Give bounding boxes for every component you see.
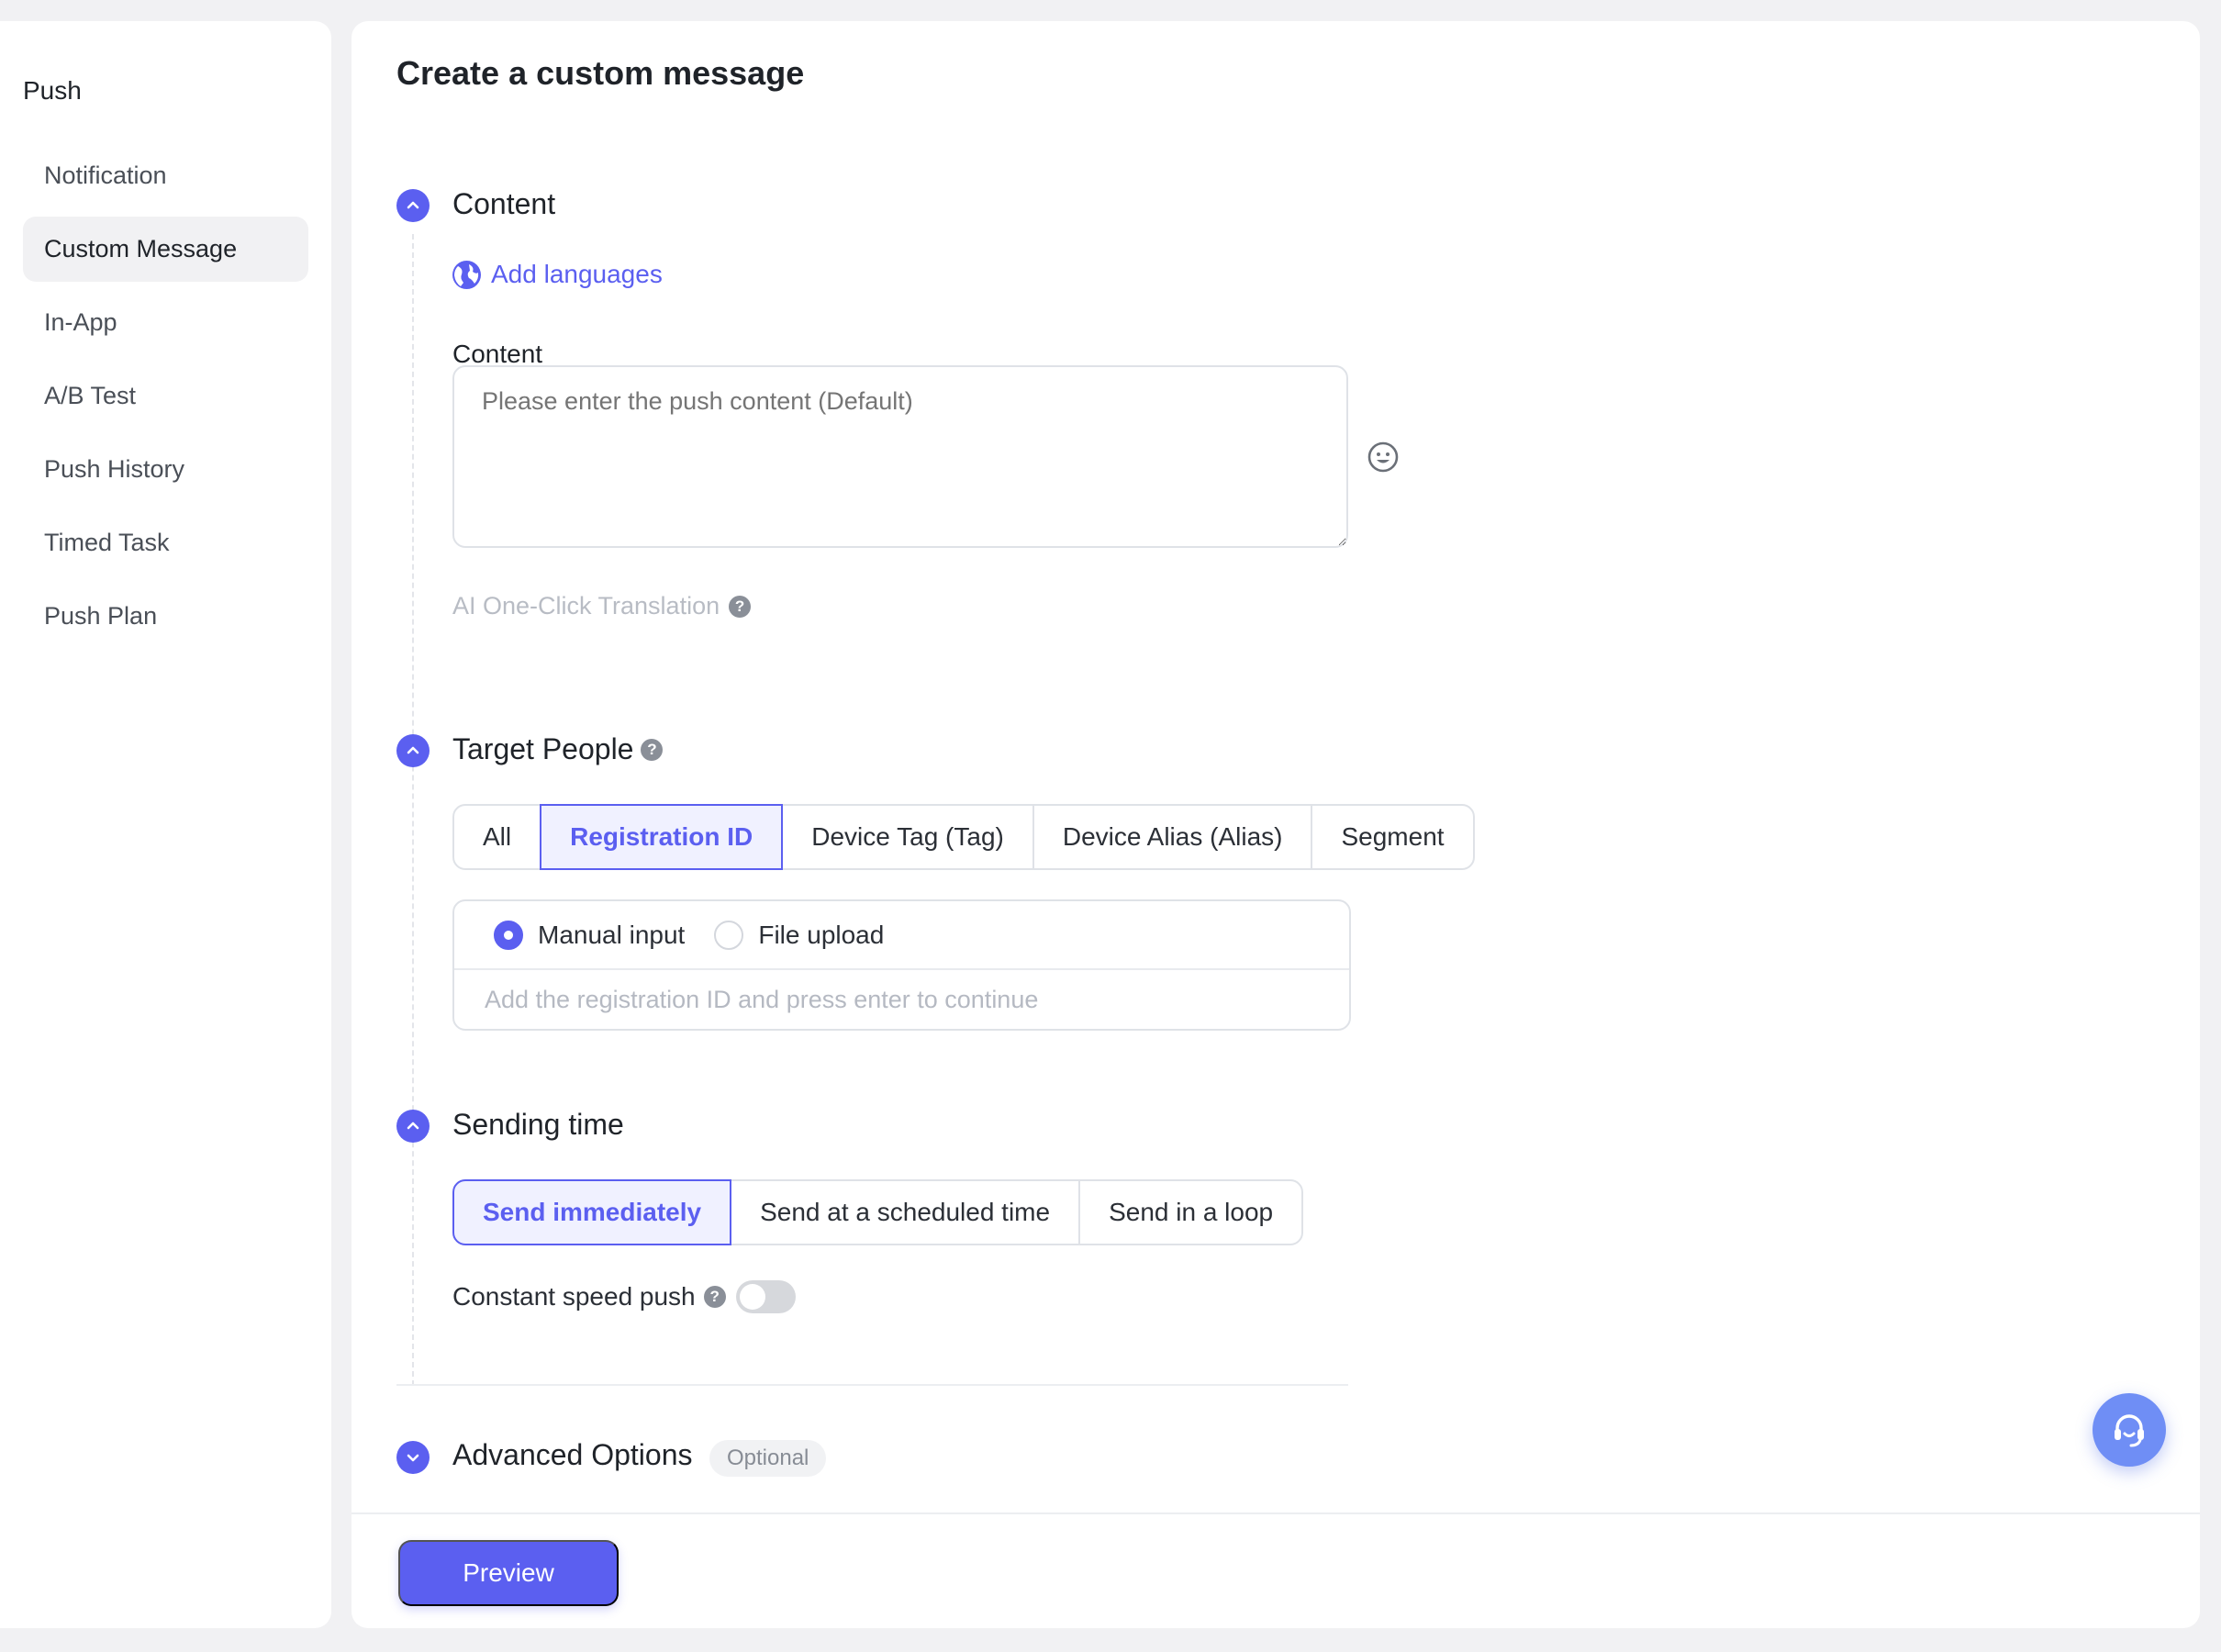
tab-all[interactable]: All	[452, 804, 542, 870]
push-content-textarea[interactable]	[452, 365, 1348, 548]
add-languages-link[interactable]: Add languages	[452, 260, 663, 289]
input-mode-radios: Manual input File upload	[454, 901, 1349, 970]
radio-indicator[interactable]	[714, 920, 744, 950]
sidebar-item-notification[interactable]: Notification	[23, 143, 308, 208]
constant-speed-row: Constant speed push ?	[452, 1280, 796, 1313]
sidebar-item-ab-test[interactable]: A/B Test	[23, 363, 308, 429]
radio-file-upload[interactable]: File upload	[714, 920, 885, 950]
content-collapse-button[interactable]	[396, 189, 430, 222]
sidebar-item-custom-message[interactable]: Custom Message	[23, 217, 308, 282]
sidebar-title: Push	[23, 76, 82, 105]
section-timeline	[412, 234, 414, 1386]
preview-button[interactable]: Preview	[398, 1540, 619, 1606]
content-section-title: Content	[452, 187, 556, 220]
chevron-up-icon	[407, 201, 419, 209]
sending-section-title: Sending time	[452, 1108, 624, 1141]
target-section-title: Target People	[452, 732, 634, 765]
sidebar-item-push-history[interactable]: Push History	[23, 437, 308, 502]
registration-id-box: Manual input File upload Add the registr…	[452, 899, 1351, 1031]
tab-send-loop[interactable]: Send in a loop	[1078, 1179, 1304, 1245]
sidebar: Push Notification Custom Message In-App …	[0, 21, 331, 1628]
tab-device-tag[interactable]: Device Tag (Tag)	[781, 804, 1034, 870]
tab-device-alias[interactable]: Device Alias (Alias)	[1032, 804, 1313, 870]
sending-collapse-button[interactable]	[396, 1110, 430, 1143]
globe-icon	[452, 260, 481, 289]
radio-label: File upload	[758, 920, 885, 949]
support-button[interactable]	[2093, 1393, 2166, 1467]
optional-badge: Optional	[709, 1440, 827, 1477]
radio-label: Manual input	[538, 920, 686, 949]
ai-translation-label: AI One-Click Translation	[452, 592, 720, 620]
help-icon[interactable]: ?	[641, 738, 664, 761]
main-panel: Create a custom message Content Add lang…	[352, 21, 2200, 1628]
tab-send-immediately[interactable]: Send immediately	[452, 1179, 732, 1245]
advanced-expand-button[interactable]	[396, 1441, 430, 1474]
sidebar-item-in-app[interactable]: In-App	[23, 290, 308, 355]
advanced-section-title[interactable]: Advanced Options	[452, 1438, 693, 1472]
sidebar-nav: Notification Custom Message In-App A/B T…	[23, 143, 308, 657]
add-languages-label: Add languages	[491, 260, 663, 288]
constant-speed-toggle[interactable]	[735, 1280, 796, 1313]
emoji-icon[interactable]	[1367, 441, 1400, 474]
target-type-tabs: All Registration ID Device Tag (Tag) Dev…	[452, 804, 1475, 870]
sending-time-tabs: Send immediately Send at a scheduled tim…	[452, 1179, 1304, 1245]
constant-speed-label: Constant speed push	[452, 1282, 696, 1311]
headset-icon	[2115, 1414, 2144, 1447]
help-icon[interactable]: ?	[703, 1286, 726, 1308]
footer-divider	[352, 1512, 2200, 1514]
chevron-down-icon	[407, 1454, 419, 1462]
ai-translation-button[interactable]: AI One-Click Translation ?	[452, 592, 752, 620]
sidebar-item-push-plan[interactable]: Push Plan	[23, 584, 308, 649]
help-icon[interactable]: ?	[729, 595, 752, 618]
page-title: Create a custom message	[396, 54, 805, 92]
registration-id-input[interactable]: Add the registration ID and press enter …	[454, 970, 1349, 1029]
section-divider	[396, 1384, 1348, 1386]
radio-manual-input[interactable]: Manual input	[494, 920, 686, 950]
tab-segment[interactable]: Segment	[1311, 804, 1475, 870]
radio-indicator[interactable]	[494, 920, 523, 950]
tab-registration-id[interactable]: Registration ID	[540, 804, 784, 870]
target-section-header: Target People ?	[452, 732, 664, 766]
sidebar-item-timed-task[interactable]: Timed Task	[23, 510, 308, 575]
target-collapse-button[interactable]	[396, 734, 430, 767]
tab-send-scheduled[interactable]: Send at a scheduled time	[730, 1179, 1081, 1245]
chevron-up-icon	[407, 746, 419, 754]
chevron-up-icon	[407, 1122, 419, 1130]
